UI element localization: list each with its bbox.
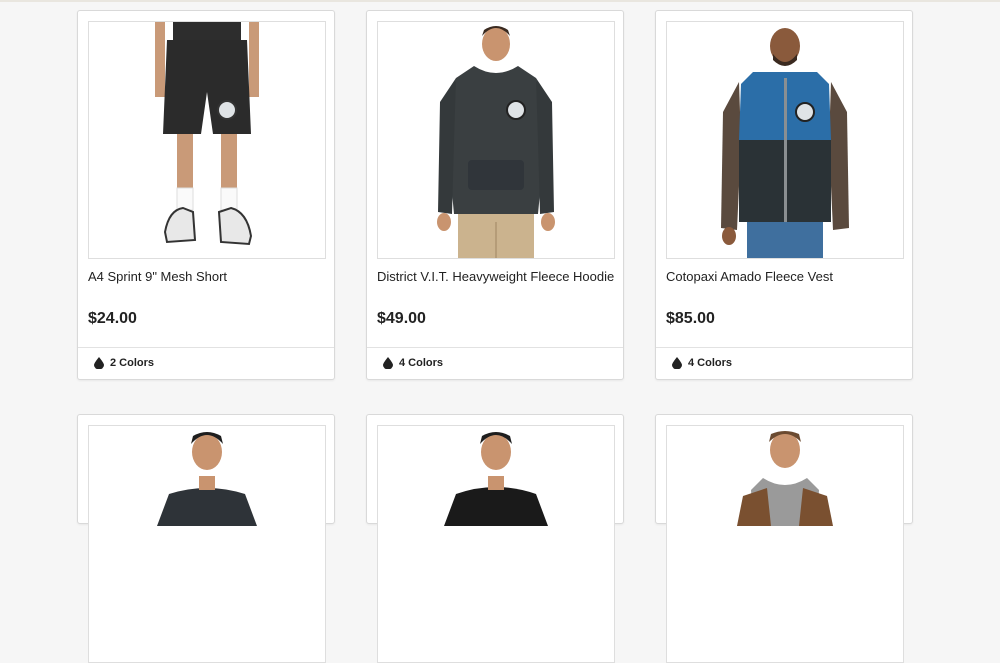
color-drop-icon (383, 357, 393, 369)
color-drop-icon (94, 357, 104, 369)
color-count: 2 Colors (94, 357, 154, 369)
color-count: 4 Colors (672, 357, 732, 369)
product-image[interactable] (88, 21, 326, 259)
product-card[interactable]: A4 Sprint 9" Mesh Short $24.00 2 Colors (77, 10, 335, 380)
product-image[interactable] (88, 425, 326, 663)
product-image[interactable] (377, 21, 615, 259)
color-drop-icon (672, 357, 682, 369)
color-count-label: 4 Colors (688, 357, 733, 369)
product-card[interactable] (366, 414, 624, 663)
card-divider (656, 347, 912, 348)
product-image[interactable] (377, 425, 615, 663)
product-card[interactable] (655, 414, 913, 663)
color-count-label: 2 Colors (110, 357, 155, 369)
product-image[interactable] (666, 425, 904, 663)
product-title[interactable]: Cotopaxi Amado Fleece Vest (666, 269, 904, 284)
product-card[interactable]: Cotopaxi Amado Fleece Vest $85.00 4 Colo… (655, 10, 913, 380)
product-card[interactable]: District V.I.T. Heavyweight Fleece Hoodi… (366, 10, 624, 380)
color-count: 4 Colors (383, 357, 443, 369)
product-price: $85.00 (666, 310, 715, 327)
product-price: $49.00 (377, 310, 426, 327)
top-border (0, 0, 1000, 2)
card-divider (367, 347, 623, 348)
color-count-label: 4 Colors (399, 357, 444, 369)
card-divider (78, 347, 334, 348)
product-image[interactable] (666, 21, 904, 259)
product-card[interactable] (77, 414, 335, 663)
product-title[interactable]: District V.I.T. Heavyweight Fleece Hoodi… (377, 269, 615, 284)
product-title[interactable]: A4 Sprint 9" Mesh Short (88, 269, 326, 284)
product-price: $24.00 (88, 310, 137, 327)
